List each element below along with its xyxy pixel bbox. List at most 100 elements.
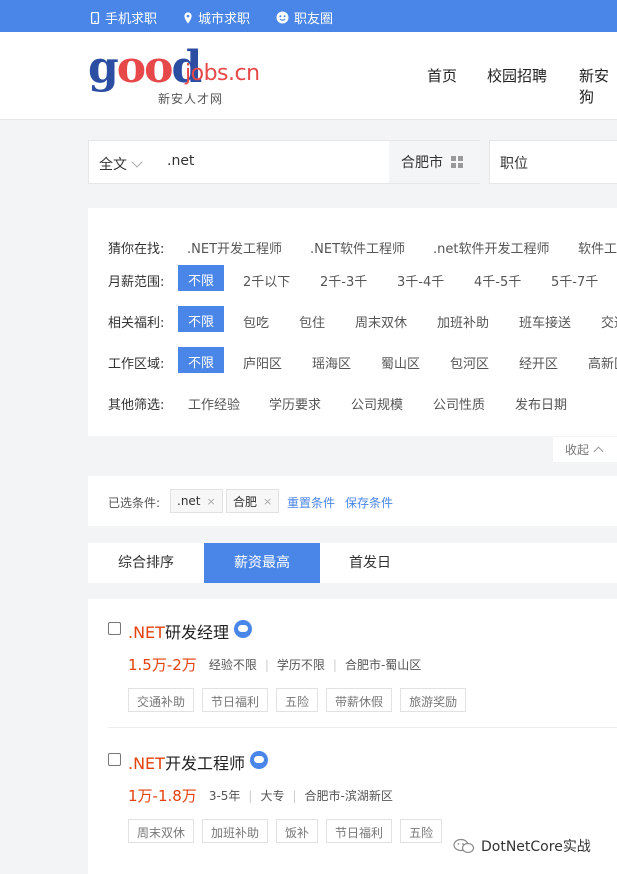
job-tag: 加班补助 [202, 819, 269, 843]
job-title-keyword: .NET [128, 623, 165, 642]
job-title-rest: 开发工程师 [164, 754, 245, 773]
chat-icon[interactable] [234, 620, 252, 638]
chat-icon[interactable] [250, 751, 268, 769]
save-conditions-link[interactable]: 保存条件 [345, 494, 393, 511]
area-option[interactable]: 经开区 [519, 353, 558, 372]
tab-first-posted[interactable]: 首发日 [320, 543, 420, 583]
city-value: 合肥市 [401, 155, 443, 171]
job-checkbox[interactable] [108, 753, 121, 766]
other-option-publish-date[interactable]: 发布日期 [515, 394, 567, 413]
collapse-label: 收起 [565, 443, 590, 457]
nav-campus[interactable]: 校园招聘 [487, 65, 547, 86]
salary-option[interactable]: 3千-4千 [397, 271, 444, 290]
filter-row-area: 工作区域: 不限 庐阳区 瑶海区 蜀山区 包河区 经开区 高新区 [88, 347, 617, 375]
nav-xinan[interactable]: 新安狗 [579, 65, 617, 107]
close-icon[interactable]: × [207, 495, 216, 508]
salary-option[interactable]: 4千-5千 [474, 271, 521, 290]
filter-label: 相关福利: [108, 316, 165, 331]
search-scope-value: 全文 [99, 157, 127, 173]
other-option-company-size[interactable]: 公司规模 [351, 394, 403, 413]
city-jobs-link[interactable]: 城市求职 [183, 8, 250, 27]
job-title-rest: 研发经理 [164, 623, 229, 642]
job-tag: 带薪休假 [326, 688, 393, 712]
mobile-jobs-link[interactable]: 手机求职 [90, 8, 157, 27]
chip-label: .net [177, 494, 201, 508]
selected-label: 已选条件: [108, 496, 161, 510]
tab-comprehensive[interactable]: 综合排序 [88, 543, 204, 583]
filter-label: 月薪范围: [108, 275, 165, 290]
job-experience: 经验不限 [208, 658, 257, 672]
chip-label: 合肥 [233, 494, 258, 509]
welfare-option[interactable]: 包吃 [243, 312, 269, 331]
search-input[interactable]: .net [167, 153, 194, 169]
other-option-experience[interactable]: 工作经验 [188, 394, 240, 413]
job-tag: 五险 [400, 819, 443, 843]
selected-conditions: 已选条件: .net × 合肥 × 重置条件 保存条件 [88, 476, 617, 526]
job-title[interactable]: .NET研发经理 [128, 619, 229, 643]
other-option-education[interactable]: 学历要求 [269, 394, 321, 413]
separator: | [264, 657, 269, 672]
job-friends-link[interactable]: 职友圈 [276, 8, 333, 27]
reset-conditions-link[interactable]: 重置条件 [287, 494, 335, 511]
salary-option-any[interactable]: 不限 [178, 265, 225, 291]
filter-row-salary: 月薪范围: 不限 2千以下 2千-3千 3千-4千 4千-5千 5千-7千 [88, 265, 617, 293]
job-title[interactable]: .NET开发工程师 [128, 750, 245, 774]
separator: | [332, 657, 337, 672]
selected-chip[interactable]: 合肥 × [226, 489, 280, 513]
location-pin-icon [184, 11, 192, 24]
watermark-text: DotNetCore实战 [481, 839, 591, 855]
selected-chip[interactable]: .net × [170, 489, 223, 513]
area-option[interactable]: 高新区 [588, 353, 617, 372]
job-education: 大专 [260, 789, 285, 803]
sort-tabs: 综合排序 薪资最高 首发日 [88, 543, 617, 583]
welfare-option-any[interactable]: 不限 [178, 306, 225, 332]
job-tag: 五险 [276, 688, 319, 712]
salary-option[interactable]: 2千以下 [243, 271, 290, 290]
job-checkbox[interactable] [108, 622, 121, 635]
area-option[interactable]: 瑶海区 [312, 353, 351, 372]
logo-subtitle: 新安人才网 [158, 92, 224, 106]
welfare-option[interactable]: 包住 [299, 312, 325, 331]
close-icon[interactable]: × [263, 495, 272, 508]
nav-home[interactable]: 首页 [427, 65, 457, 86]
job-tag: 周末双休 [128, 819, 195, 843]
collapse-button[interactable]: 收起 [553, 437, 617, 462]
search-scope-select[interactable]: 全文 [99, 154, 143, 174]
area-option[interactable]: 蜀山区 [381, 353, 420, 372]
logo-domain: jobs.cn [185, 61, 260, 86]
city-select[interactable]: 合肥市 [389, 141, 480, 183]
filter-row-other: 其他筛选: 工作经验 学历要求 公司规模 公司性质 发布日期 [88, 388, 617, 416]
salary-option[interactable]: 2千-3千 [320, 271, 367, 290]
salary-option[interactable]: 5千-7千 [551, 271, 598, 290]
job-tag: 节日福利 [326, 819, 393, 843]
guess-option[interactable]: 软件工 [578, 238, 617, 257]
job-tag: 饭补 [276, 819, 319, 843]
area-option[interactable]: 庐阳区 [243, 353, 282, 372]
area-option-any[interactable]: 不限 [178, 347, 225, 373]
mobile-jobs-label: 手机求职 [105, 12, 158, 27]
welfare-option[interactable]: 加班补助 [437, 312, 489, 331]
area-option[interactable]: 包河区 [450, 353, 489, 372]
job-friends-label: 职友圈 [294, 12, 334, 27]
welfare-option[interactable]: 交通 [601, 312, 617, 331]
welfare-option[interactable]: 周末双休 [355, 312, 407, 331]
tab-highest-salary[interactable]: 薪资最高 [204, 543, 320, 583]
chevron-up-icon [593, 446, 604, 457]
search-bar: 全文 .net 合肥市 [88, 140, 480, 184]
job-location: 合肥市-滨湖新区 [304, 789, 393, 803]
separator: | [248, 788, 253, 803]
guess-option[interactable]: .NET开发工程师 [187, 238, 282, 257]
site-logo[interactable]: good jobs.cn 新安人才网 [88, 44, 273, 108]
filter-label: 工作区域: [108, 357, 165, 372]
job-meta: 1.5万-2万 经验不限 | 学历不限 | 合肥市-蜀山区 [128, 654, 421, 675]
filter-label: 其他筛选: [108, 398, 165, 413]
separator: | [292, 788, 297, 803]
other-option-company-type[interactable]: 公司性质 [433, 394, 485, 413]
position-select[interactable]: 职位 [489, 140, 617, 184]
job-tag: 节日福利 [202, 688, 269, 712]
welfare-option[interactable]: 班车接送 [519, 312, 571, 331]
guess-option[interactable]: .net软件开发工程师 [433, 238, 549, 257]
guess-option[interactable]: .NET软件工程师 [310, 238, 405, 257]
job-title-keyword: .NET [128, 754, 165, 773]
watermark: DotNetCore实战 [453, 836, 591, 856]
